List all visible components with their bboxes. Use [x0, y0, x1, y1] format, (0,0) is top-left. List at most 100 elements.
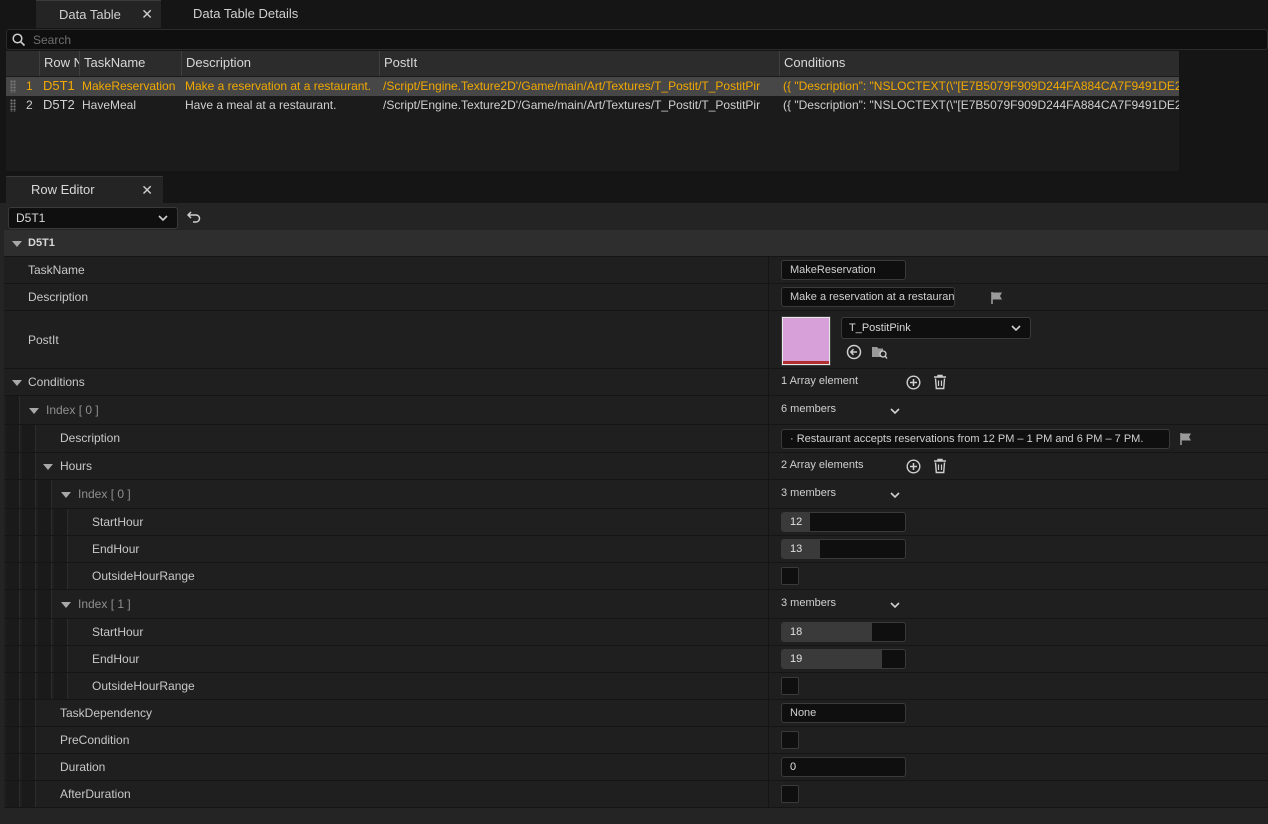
drag-handle-icon[interactable] [10, 80, 16, 93]
description-cell: Make a reservation at a restaurant. [185, 79, 372, 93]
column-header-task-name[interactable]: TaskName [80, 51, 182, 76]
expand-arrow-icon[interactable] [61, 602, 71, 608]
postit-asset-name: T_PostitPink [849, 322, 911, 334]
category-label: D5T1 [28, 237, 55, 249]
outside-hour-range-label: OutsideHourRange [92, 679, 195, 693]
search-input[interactable] [33, 31, 833, 48]
indent-guide [6, 619, 20, 645]
indent-guide [22, 727, 36, 753]
row-selector-dropdown[interactable]: D5T1 [8, 207, 178, 229]
column-divider[interactable] [768, 369, 769, 395]
property-description: Description Make a reservation at a rest… [4, 284, 1268, 311]
column-header-conditions[interactable]: Conditions [780, 51, 1179, 76]
column-divider[interactable] [768, 754, 769, 780]
start-hour-spinbox[interactable]: 12 [781, 512, 906, 532]
tab-row-editor[interactable]: Row Editor ✕ [6, 176, 163, 203]
chevron-down-icon[interactable] [890, 406, 900, 416]
expand-arrow-icon[interactable] [61, 492, 71, 498]
category-row[interactable]: D5T1 [4, 230, 1268, 257]
column-divider[interactable] [768, 453, 769, 479]
undo-icon[interactable] [187, 211, 201, 223]
indent-guide [6, 509, 20, 535]
condition-description-field[interactable]: · Restaurant accepts reservations from 1… [781, 429, 1170, 449]
indent-guide [6, 673, 20, 699]
indent-guide [6, 425, 20, 452]
column-header-description[interactable]: Description [182, 51, 380, 76]
add-element-icon[interactable] [906, 459, 921, 474]
postit-label: PostIt [28, 333, 59, 347]
indent-guide [6, 480, 20, 508]
after-duration-checkbox[interactable] [781, 785, 799, 803]
localization-flag-icon[interactable] [1179, 432, 1193, 446]
expand-arrow-icon[interactable] [12, 380, 22, 386]
table-row[interactable]: 2 D5T2 HaveMeal Have a meal at a restaur… [6, 96, 1179, 115]
end-hour-label: EndHour [92, 542, 140, 556]
column-divider[interactable] [768, 396, 769, 424]
duration-spinbox[interactable]: 0 [781, 757, 906, 777]
conditions-label: Conditions [28, 375, 85, 389]
indent-guide [6, 453, 20, 479]
column-divider[interactable] [768, 284, 769, 310]
start-hour-spinbox[interactable]: 18 [781, 622, 906, 642]
use-selected-asset-icon[interactable] [846, 344, 862, 360]
delete-icon[interactable] [933, 374, 947, 390]
start-hour-value: 18 [790, 626, 803, 638]
expand-arrow-icon[interactable] [12, 241, 22, 247]
task-dependency-label: TaskDependency [60, 706, 153, 720]
close-icon[interactable]: ✕ [141, 177, 153, 203]
outside-hour-range-checkbox[interactable] [781, 567, 799, 585]
column-divider[interactable] [768, 700, 769, 726]
chevron-down-icon[interactable] [890, 600, 900, 610]
postit-thumbnail[interactable] [781, 316, 831, 366]
outside-hour-range-checkbox[interactable] [781, 677, 799, 695]
add-element-icon[interactable] [906, 375, 921, 390]
indent-guide [6, 727, 20, 753]
column-divider[interactable] [768, 536, 769, 562]
tab-data-table-details[interactable]: Data Table Details [193, 0, 353, 28]
localization-flag-icon[interactable] [990, 291, 1004, 305]
column-divider[interactable] [768, 646, 769, 672]
expand-arrow-icon[interactable] [29, 408, 39, 414]
column-divider[interactable] [768, 727, 769, 753]
column-header-postit[interactable]: PostIt [380, 51, 780, 76]
precondition-label: PreCondition [60, 733, 130, 747]
precondition-checkbox[interactable] [781, 731, 799, 749]
row-name-cell: D5T2 [43, 97, 75, 112]
delete-icon[interactable] [933, 458, 947, 474]
column-divider[interactable] [768, 781, 769, 807]
column-divider[interactable] [768, 509, 769, 535]
indent-guide [6, 563, 20, 589]
column-divider[interactable] [768, 425, 769, 452]
column-divider[interactable] [768, 311, 769, 368]
indent-guide [22, 754, 36, 780]
row-editor-panel: D5T1 D5T1 TaskName MakeReservation Descr… [0, 203, 1268, 824]
indent-guide [22, 781, 36, 807]
tab-data-table[interactable]: Data Table ✕ [36, 0, 161, 28]
column-divider[interactable] [768, 673, 769, 699]
indent-guide [54, 619, 68, 645]
task-dependency-field[interactable]: None [781, 703, 906, 723]
property-task-dependency: TaskDependency None [4, 700, 1268, 727]
column-header-row-name[interactable]: Row N [40, 51, 80, 76]
column-divider[interactable] [768, 590, 769, 618]
start-hour-value: 12 [790, 516, 803, 528]
end-hour-spinbox[interactable]: 19 [781, 649, 906, 669]
postit-asset-picker[interactable]: T_PostitPink [841, 317, 1031, 339]
task-name-field[interactable]: MakeReservation [781, 260, 906, 280]
property-hours: Hours 2 Array elements [4, 453, 1268, 480]
drag-handle-icon[interactable] [10, 99, 16, 112]
end-hour-spinbox[interactable]: 13 [781, 539, 906, 559]
column-divider[interactable] [768, 563, 769, 589]
table-row[interactable]: 1 D5T1 MakeReservation Make a reservatio… [6, 77, 1179, 96]
chevron-down-icon[interactable] [890, 490, 900, 500]
column-divider[interactable] [768, 257, 769, 283]
hours-index-1-members: 3 members [781, 597, 837, 609]
expand-arrow-icon[interactable] [43, 464, 53, 470]
column-divider[interactable] [768, 480, 769, 508]
description-field[interactable]: Make a reservation at a restaurant. [781, 287, 955, 307]
task-name-cell: HaveMeal [82, 98, 137, 112]
close-icon[interactable]: ✕ [141, 1, 153, 28]
browse-asset-icon[interactable] [871, 344, 888, 360]
column-divider[interactable] [768, 619, 769, 645]
indent-guide [22, 673, 36, 699]
